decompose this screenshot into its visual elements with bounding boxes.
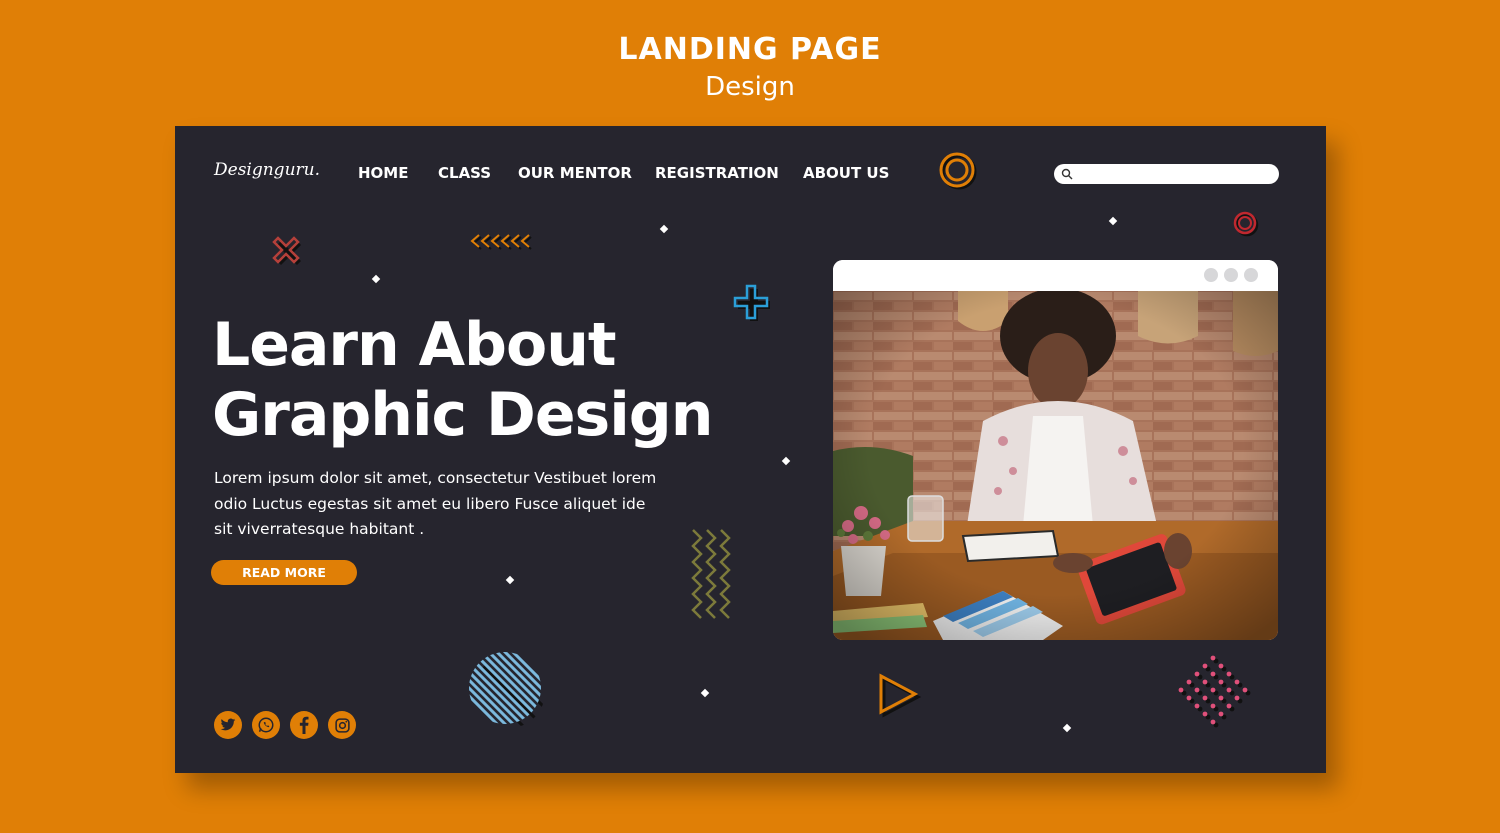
hero-title: Learn About Graphic Design <box>212 310 713 450</box>
hero-description-line3: sit viverratesque habitant . <box>214 520 425 538</box>
plus-decoration-icon <box>733 284 770 321</box>
hero-photo <box>833 291 1278 640</box>
hero-title-line2: Graphic Design <box>212 380 713 450</box>
twitter-icon[interactable] <box>214 711 242 739</box>
browser-title-bar <box>833 260 1278 291</box>
brand-logo[interactable]: Designguru. <box>214 160 320 180</box>
search-input[interactable] <box>1054 164 1279 184</box>
small-ring-decoration-icon <box>1233 211 1259 237</box>
window-dot-icon <box>1224 268 1238 282</box>
nav-class[interactable]: CLASS <box>438 164 491 182</box>
hero-description: Lorem ipsum dolor sit amet, consectetur … <box>214 466 674 543</box>
nav-registration[interactable]: REGISTRATION <box>655 164 779 182</box>
nav-home[interactable]: HOME <box>358 164 408 182</box>
sparkle-dot <box>659 224 669 234</box>
x-shape-decoration-icon <box>272 236 301 265</box>
sparkle-dot <box>371 274 381 284</box>
sparkle-dot <box>505 575 515 585</box>
nav-our-mentor[interactable]: OUR MENTOR <box>518 164 632 182</box>
page-heading: LANDING PAGE Design <box>0 30 1500 104</box>
chevrons-decoration-icon <box>470 234 532 250</box>
hero-title-line1: Learn About <box>212 310 617 380</box>
window-dot-icon <box>1244 268 1258 282</box>
read-more-button[interactable]: READ MORE <box>211 560 357 585</box>
landing-mockup: Designguru. HOME CLASS OUR MENTOR REGIST… <box>175 126 1326 773</box>
window-dot-icon <box>1204 268 1218 282</box>
sparkle-dot <box>781 456 791 466</box>
zigzag-decoration-icon <box>691 529 731 619</box>
play-triangle-decoration-icon <box>879 673 922 718</box>
sparkle-dot <box>1062 723 1072 733</box>
striped-circle-decoration-icon <box>469 652 545 728</box>
nav-about-us[interactable]: ABOUT US <box>803 164 889 182</box>
sparkle-dot <box>1108 216 1118 226</box>
browser-window <box>833 260 1278 640</box>
ring-decoration-icon <box>939 152 977 190</box>
search-icon[interactable] <box>1061 168 1073 180</box>
facebook-icon[interactable] <box>290 711 318 739</box>
page-title: LANDING PAGE <box>618 32 882 67</box>
sparkle-dot <box>700 688 710 698</box>
page-subtitle: Design <box>705 72 795 102</box>
hero-description-line2: odio Luctus egestas sit amet eu libero F… <box>214 494 646 513</box>
dots-diamond-decoration-icon <box>1178 655 1251 728</box>
whatsapp-icon[interactable] <box>252 711 280 739</box>
hero-description-line1: Lorem ipsum dolor sit amet, consectetur … <box>214 469 657 487</box>
instagram-icon[interactable] <box>328 711 356 739</box>
